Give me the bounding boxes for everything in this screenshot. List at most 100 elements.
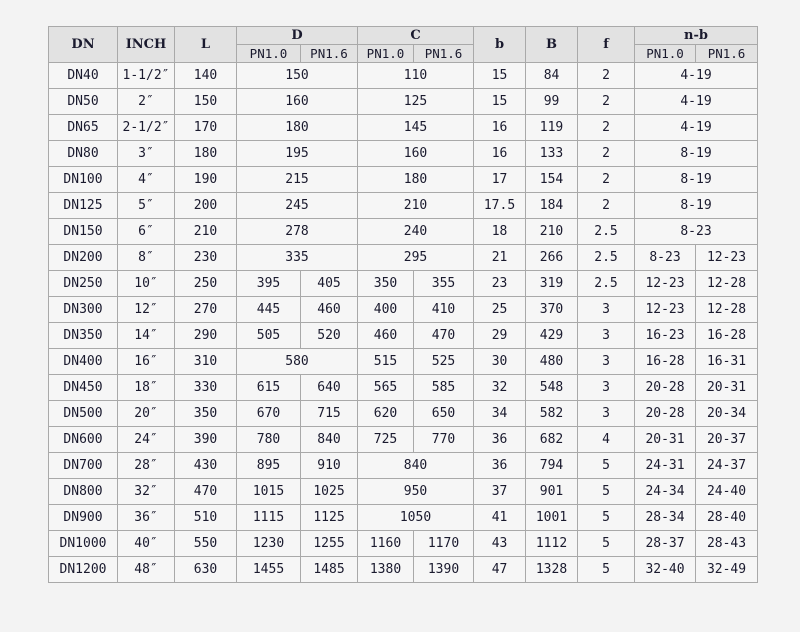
cell-c: 125 xyxy=(356,88,475,115)
cell-dn: DN200 xyxy=(48,244,118,271)
table-row: DN450 18″ 330 615 640 565 585 32 548 3 20-28 20-31 xyxy=(48,374,759,401)
header-c: C xyxy=(356,26,475,45)
cell-d: 245 xyxy=(236,192,358,219)
cell-nb-pn10: 12-23 xyxy=(634,296,697,323)
cell-nb-pn10: 28-37 xyxy=(634,530,697,557)
flange-dimension-table: DN INCH L D C b B f n-b PN1.0 PN1.6 PN1.… xyxy=(48,26,759,583)
cell-b-big: 154 xyxy=(525,166,579,193)
cell-f: 2 xyxy=(577,140,636,167)
cell-dn: DN450 xyxy=(48,374,118,401)
cell-c: 160 xyxy=(356,140,475,167)
cell-b-small: 21 xyxy=(473,244,527,271)
cell-d: 195 xyxy=(236,140,358,167)
cell-nb-pn10: 24-34 xyxy=(634,478,697,505)
table-row: DN250 10″ 250 395 405 350 355 23 319 2.5 12-23 12-2… xyxy=(48,270,759,297)
table-row: DN125 5″ 200 245 210 17.5 184 2 8-19 xyxy=(48,192,759,219)
cell-c: 840 xyxy=(356,452,475,479)
cell-c-pn10: 400 xyxy=(357,296,414,323)
cell-c: 1050 xyxy=(356,504,475,531)
cell-b-small: 36 xyxy=(473,426,527,453)
cell-c-pn10: 350 xyxy=(357,270,414,297)
cell-dn: DN250 xyxy=(48,270,118,297)
cell-l: 350 xyxy=(174,400,237,427)
cell-c: 950 xyxy=(356,478,475,505)
cell-c: 180 xyxy=(356,166,475,193)
cell-dn: DN700 xyxy=(48,452,118,479)
cell-b-big: 794 xyxy=(525,452,579,479)
header-d-pn16: PN1.6 xyxy=(300,44,358,63)
cell-d-pn10: 445 xyxy=(236,296,301,323)
cell-nb-pn16: 20-34 xyxy=(695,400,759,427)
cell-b-small: 34 xyxy=(473,400,527,427)
cell-b-big: 84 xyxy=(525,62,579,89)
cell-f: 2 xyxy=(577,192,636,219)
cell-nb-pn10: 24-31 xyxy=(634,452,697,479)
cell-nb-pn10: 32-40 xyxy=(634,556,697,583)
cell-f: 5 xyxy=(577,452,636,479)
cell-f: 2 xyxy=(577,166,636,193)
cell-c: 295 xyxy=(356,244,475,271)
cell-inch: 8″ xyxy=(117,244,175,271)
cell-dn: DN80 xyxy=(48,140,118,167)
cell-b-big: 99 xyxy=(525,88,579,115)
cell-nb: 4-19 xyxy=(634,88,759,115)
cell-f: 2 xyxy=(577,62,636,89)
cell-f: 2 xyxy=(577,114,636,141)
cell-d-pn10: 895 xyxy=(236,452,301,479)
cell-c-pn10: 725 xyxy=(357,426,414,453)
cell-b-big: 582 xyxy=(525,400,579,427)
cell-inch: 12″ xyxy=(117,296,175,323)
cell-nb-pn10: 20-28 xyxy=(634,374,697,401)
cell-l: 270 xyxy=(174,296,237,323)
cell-c: 145 xyxy=(356,114,475,141)
table-row: DN500 20″ 350 670 715 620 650 34 582 3 20-28 20-34 xyxy=(48,400,759,427)
cell-c-pn16: 650 xyxy=(412,400,475,427)
cell-f: 3 xyxy=(577,374,636,401)
cell-nb: 8-19 xyxy=(634,140,759,167)
cell-d: 150 xyxy=(236,62,358,89)
cell-b-big: 133 xyxy=(525,140,579,167)
table-row: DN700 28″ 430 895 910 840 36 794 5 24-31 24-37 xyxy=(48,452,759,479)
cell-b-small: 17 xyxy=(473,166,527,193)
cell-f: 3 xyxy=(577,322,636,349)
cell-d-pn10: 1455 xyxy=(236,556,301,583)
cell-inch: 6″ xyxy=(117,218,175,245)
header-nb-pn10: PN1.0 xyxy=(634,44,697,63)
cell-f: 3 xyxy=(577,400,636,427)
cell-c-pn16: 355 xyxy=(412,270,475,297)
cell-nb: 8-19 xyxy=(634,166,759,193)
cell-d: 215 xyxy=(236,166,358,193)
cell-b-small: 25 xyxy=(473,296,527,323)
cell-l: 390 xyxy=(174,426,237,453)
cell-c-pn16: 1170 xyxy=(412,530,475,557)
cell-nb-pn10: 16-23 xyxy=(634,322,697,349)
cell-dn: DN1200 xyxy=(48,556,118,583)
cell-b-big: 266 xyxy=(525,244,579,271)
cell-d-pn10: 1115 xyxy=(236,504,301,531)
table-row: DN40 1-1/2″ 140 150 110 15 84 2 4-19 xyxy=(48,62,759,89)
table-row: DN400 16″ 310 580 515 525 30 480 3 16-28 16-31 xyxy=(48,348,759,375)
table-row: DN600 24″ 390 780 840 725 770 36 682 4 20-31 20-37 xyxy=(48,426,759,453)
cell-dn: DN50 xyxy=(48,88,118,115)
cell-nb-pn10: 28-34 xyxy=(634,504,697,531)
table-row: DN800 32″ 470 1015 1025 950 37 901 5 24-34 24-40 xyxy=(48,478,759,505)
cell-c-pn10: 515 xyxy=(357,348,414,375)
cell-nb-pn10: 20-31 xyxy=(634,426,697,453)
cell-l: 250 xyxy=(174,270,237,297)
cell-nb: 4-19 xyxy=(634,62,759,89)
cell-c-pn16: 1390 xyxy=(412,556,475,583)
cell-b-big: 1112 xyxy=(525,530,579,557)
cell-b-small: 36 xyxy=(473,452,527,479)
cell-d: 335 xyxy=(236,244,358,271)
cell-b-small: 17.5 xyxy=(473,192,527,219)
cell-dn: DN350 xyxy=(48,322,118,349)
cell-l: 630 xyxy=(174,556,237,583)
cell-d-pn16: 640 xyxy=(300,374,358,401)
table-row: DN50 2″ 150 160 125 15 99 2 4-19 xyxy=(48,88,759,115)
cell-inch: 3″ xyxy=(117,140,175,167)
cell-b-small: 32 xyxy=(473,374,527,401)
cell-d-pn16: 1485 xyxy=(300,556,358,583)
cell-nb-pn16: 24-40 xyxy=(695,478,759,505)
cell-b-big: 429 xyxy=(525,322,579,349)
cell-dn: DN500 xyxy=(48,400,118,427)
